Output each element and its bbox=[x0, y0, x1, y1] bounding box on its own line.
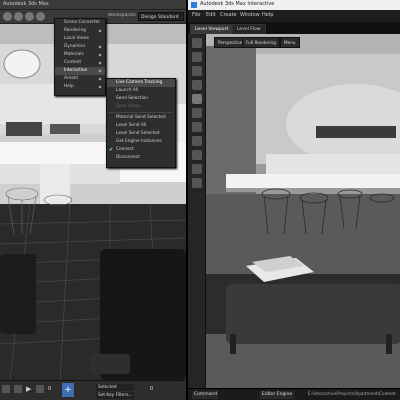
menu-item-label: Interactive bbox=[64, 68, 88, 73]
scale-tool-icon[interactable] bbox=[192, 80, 202, 90]
workspace-dropdown[interactable]: Design Standard bbox=[138, 12, 184, 21]
add-key-icon[interactable]: + bbox=[62, 383, 74, 397]
submenu-arrow-icon: ▶ bbox=[98, 60, 102, 65]
prev-frame-icon[interactable] bbox=[14, 385, 22, 393]
menu-item-label: Get Engine Instances bbox=[116, 139, 162, 144]
menu-item-label: Launch All bbox=[116, 88, 139, 93]
engine-dropdown[interactable]: Editor Engine bbox=[260, 391, 294, 399]
menu-window[interactable]: Window bbox=[240, 12, 260, 18]
submenu-arrow-icon: ▶ bbox=[98, 52, 102, 57]
menu-item-connect[interactable]: ✔ Connect bbox=[107, 146, 175, 154]
menu-item-label: Dynamics bbox=[64, 44, 86, 49]
viewport-menu-button[interactable]: Menu bbox=[280, 37, 300, 48]
command-dropdown[interactable]: Command bbox=[192, 391, 218, 399]
project-path: E:\Interactive\Projects\Apartment\Conten… bbox=[308, 391, 396, 396]
snap-tool-icon[interactable] bbox=[192, 108, 202, 118]
menu-item-label: Disconnect bbox=[116, 155, 140, 160]
redo-icon[interactable] bbox=[14, 12, 23, 21]
3dsmax-title-bar: Autodesk 3ds Max bbox=[0, 0, 186, 10]
play-icon[interactable]: ▶ bbox=[26, 385, 31, 393]
menu-item-label: Rendering bbox=[64, 28, 86, 33]
menu-item-launch-all[interactable]: Launch All bbox=[107, 87, 175, 95]
menu-item-interactive[interactable]: Interactive ▶ bbox=[55, 67, 105, 75]
submenu-arrow-icon: ▶ bbox=[98, 68, 102, 73]
menu-item-send-selection[interactable]: Send Selection bbox=[107, 95, 175, 103]
menu-item-label: Help bbox=[64, 84, 74, 89]
menu-item-material-send-selected[interactable]: Material Send Selected bbox=[107, 114, 175, 122]
interactive-window: Autodesk 3ds Max Interactive File Edit C… bbox=[186, 0, 400, 400]
interactive-submenu: Live Camera Tracking Launch All Send Sel… bbox=[106, 78, 176, 168]
menu-item-dynamics[interactable]: Dynamics ▶ bbox=[55, 43, 105, 51]
menu-item-label: Live Camera Tracking bbox=[116, 80, 163, 85]
rotate-tool-icon[interactable] bbox=[192, 66, 202, 76]
measure-tool-icon[interactable] bbox=[192, 164, 202, 174]
menu-item-level-send-selected[interactable]: Level Send Selected bbox=[107, 130, 175, 138]
status-bar: Command Editor Engine E:\Interactive\Pro… bbox=[188, 388, 400, 400]
menu-item-label: Send Selection bbox=[116, 96, 148, 101]
menu-item-label: Scene Converter bbox=[64, 20, 100, 25]
menu-item-scene-converter[interactable]: Scene Converter bbox=[55, 19, 105, 27]
menu-item-label: Sync Views bbox=[116, 104, 141, 109]
menu-item-live-camera-tracking[interactable]: Live Camera Tracking bbox=[107, 79, 175, 87]
menu-item-content[interactable]: Content ▶ bbox=[55, 59, 105, 67]
unlink-icon[interactable] bbox=[36, 12, 45, 21]
place-tool-icon[interactable] bbox=[192, 94, 202, 104]
paint-tool-icon[interactable] bbox=[192, 122, 202, 132]
menu-item-label: Local Views bbox=[64, 36, 89, 41]
menu-item-label: Content bbox=[64, 60, 82, 65]
settings-tool-icon[interactable] bbox=[192, 178, 202, 188]
undo-icon[interactable] bbox=[3, 12, 12, 21]
light-tool-icon[interactable] bbox=[192, 150, 202, 160]
menu-item-sync-views: Sync Views bbox=[107, 103, 175, 111]
camera-tool-icon[interactable] bbox=[192, 136, 202, 146]
frame-counter[interactable]: 0 bbox=[48, 386, 51, 392]
submenu-arrow-icon: ▶ bbox=[98, 28, 102, 33]
app-icon bbox=[191, 2, 197, 8]
menu-item-level-send-all[interactable]: Level Send All bbox=[107, 122, 175, 130]
menu-item-label: Materials bbox=[64, 52, 84, 57]
menu-item-label: Level Send All bbox=[116, 123, 147, 128]
submenu-arrow-icon: ▶ bbox=[98, 84, 102, 89]
menu-item-label: Level Send Selected bbox=[116, 131, 160, 136]
menu-create[interactable]: Create bbox=[220, 12, 237, 18]
window-title: Autodesk 3ds Max bbox=[3, 1, 49, 7]
menu-separator bbox=[109, 112, 173, 113]
menu-item-arnold[interactable]: Arnold ▶ bbox=[55, 75, 105, 83]
submenu-arrow-icon: ▶ bbox=[98, 76, 102, 81]
menu-file[interactable]: File bbox=[192, 12, 200, 18]
menu-help[interactable]: Help bbox=[262, 12, 273, 18]
checkmark-icon: ✔ bbox=[109, 147, 114, 153]
menu-item-label: Arnold bbox=[64, 76, 78, 81]
render-mode-button[interactable]: Full Rendering bbox=[242, 37, 280, 48]
move-tool-icon[interactable] bbox=[192, 52, 202, 62]
window-title: Autodesk 3ds Max Interactive bbox=[200, 1, 275, 7]
menu-item-label: Material Send Selected bbox=[116, 115, 166, 120]
3dsmax-window: Autodesk 3ds Max Workspaces: Design Stan… bbox=[0, 0, 186, 400]
key-mode-dropdown[interactable]: Selected bbox=[96, 384, 134, 391]
tool-sidebar bbox=[188, 34, 206, 390]
select-tool-icon[interactable] bbox=[192, 38, 202, 48]
menu-edit[interactable]: Edit bbox=[206, 12, 216, 18]
menu-bar: File Edit Create Window Help bbox=[188, 10, 400, 22]
time-field[interactable]: 0 bbox=[150, 386, 153, 392]
interactive-viewport[interactable]: Perspective Full Rendering Menu bbox=[206, 34, 400, 390]
interactive-title-bar: Autodesk 3ds Max Interactive bbox=[188, 0, 400, 10]
menu-item-materials[interactable]: Materials ▶ bbox=[55, 51, 105, 59]
submenu-arrow-icon: ▶ bbox=[98, 44, 102, 49]
menu-item-local-views[interactable]: Local Views bbox=[55, 35, 105, 43]
scan-rendering-menu: Scene Converter Rendering ▶ Local Views D… bbox=[54, 18, 106, 96]
link-icon[interactable] bbox=[25, 12, 34, 21]
timeline-status-bar: ▶ 0 + Selected Set Key Filters... 0 bbox=[0, 380, 186, 400]
editor-tabs: Level Viewport Level Flow bbox=[188, 22, 400, 35]
key-filters-button[interactable]: Set Key Filters... bbox=[96, 392, 134, 399]
menu-item-get-engine-instances[interactable]: Get Engine Instances bbox=[107, 138, 175, 146]
menu-item-label: Connect bbox=[116, 147, 134, 152]
workspace-label: Workspaces: bbox=[108, 13, 137, 18]
menu-item-disconnect[interactable]: Disconnect bbox=[107, 154, 175, 162]
key-icon[interactable] bbox=[2, 385, 10, 393]
menu-item-rendering[interactable]: Rendering ▶ bbox=[55, 27, 105, 35]
rendered-scene bbox=[206, 34, 400, 390]
menu-item-help[interactable]: Help ▶ bbox=[55, 83, 105, 91]
next-frame-icon[interactable] bbox=[36, 385, 44, 393]
